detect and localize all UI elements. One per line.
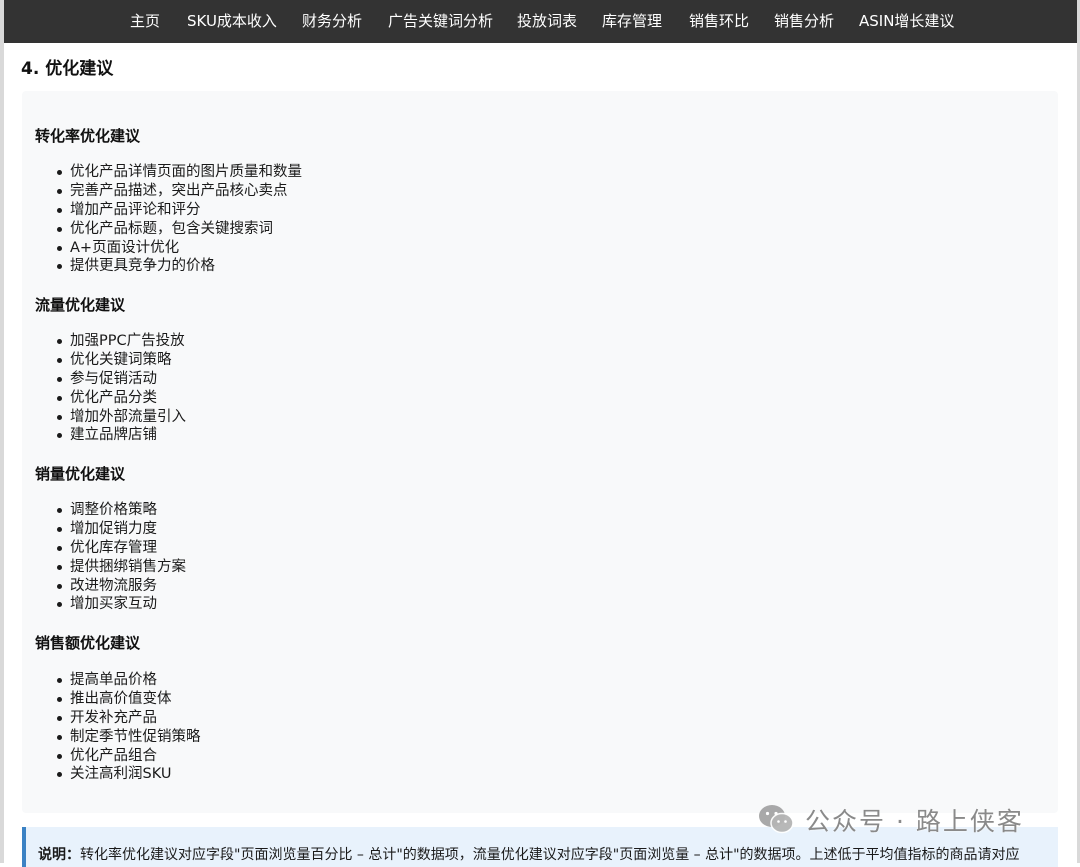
list-item: 关注高利润SKU <box>57 765 201 784</box>
bullet-icon <box>57 583 62 589</box>
list-item: 优化库存管理 <box>57 539 186 558</box>
note-text: 说明：转化率优化建议对应字段"页面浏览量百分比 – 总计"的数据项，流量优化建议… <box>38 844 1020 864</box>
group-title-traffic: 流量优化建议 <box>35 296 126 314</box>
list-item: 优化产品分类 <box>57 389 186 408</box>
nav-item-targeting-terms[interactable]: 投放词表 <box>517 0 577 43</box>
list-item: 优化产品组合 <box>57 747 201 766</box>
nav-item-sales-analysis[interactable]: 销售分析 <box>774 0 834 43</box>
list-item: 增加外部流量引入 <box>57 408 186 427</box>
list-item: 优化产品详情页面的图片质量和数量 <box>57 163 302 182</box>
list-item: 参与促销活动 <box>57 370 186 389</box>
bullet-icon <box>57 772 62 778</box>
nav-item-finance-analysis[interactable]: 财务分析 <box>302 0 362 43</box>
bullet-icon <box>57 526 62 532</box>
bullet-icon <box>57 696 62 702</box>
watermark: 公众号 · 路上侠客 <box>757 800 1024 840</box>
bullet-icon <box>57 753 62 759</box>
group-title-conversion: 转化率优化建议 <box>35 127 141 145</box>
list-item: 调整价格策略 <box>57 501 186 520</box>
note-body: 转化率优化建议对应字段"页面浏览量百分比 – 总计"的数据项，流量优化建议对应字… <box>80 847 1020 863</box>
list-item: 增加买家互动 <box>57 595 186 614</box>
wechat-icon <box>759 805 794 834</box>
bullet-icon <box>57 170 62 175</box>
list-item: 增加产品评论和评分 <box>57 201 302 220</box>
sales-volume-suggestions-list: 调整价格策略 增加促销力度 优化库存管理 提供捆绑销售方案 改进物流服务 增加买… <box>57 501 186 614</box>
watermark-text: 公众号 · 路上侠客 <box>805 807 1024 836</box>
nav-item-sku-cost-income[interactable]: SKU成本收入 <box>187 0 277 43</box>
bullet-icon <box>57 207 62 213</box>
list-item: 推出高价值变体 <box>57 690 201 709</box>
bullet-icon <box>57 414 62 420</box>
list-item: 提供捆绑销售方案 <box>57 558 186 577</box>
list-item: 加强PPC广告投放 <box>57 332 186 351</box>
list-item: 改进物流服务 <box>57 577 186 596</box>
list-item: 提高单品价格 <box>57 671 201 690</box>
bullet-icon <box>57 545 62 551</box>
bullet-icon <box>57 734 62 740</box>
bullet-icon <box>57 602 62 608</box>
list-item: 开发补充产品 <box>57 709 201 728</box>
bullet-icon <box>57 357 62 363</box>
note-label: 说明： <box>38 847 80 863</box>
bullet-icon <box>57 564 62 570</box>
conversion-suggestions-list: 优化产品详情页面的图片质量和数量 完善产品描述，突出产品核心卖点 增加产品评论和… <box>57 163 302 276</box>
bullet-icon <box>57 376 62 382</box>
bullet-icon <box>57 508 62 513</box>
sales-revenue-suggestions-list: 提高单品价格 推出高价值变体 开发补充产品 制定季节性促销策略 优化产品组合 关… <box>57 671 201 784</box>
bullet-icon <box>57 226 62 232</box>
bullet-icon <box>57 715 62 721</box>
list-item: 完善产品描述，突出产品核心卖点 <box>57 182 302 201</box>
bullet-icon <box>57 245 62 251</box>
bullet-icon <box>57 339 62 344</box>
top-navbar: 主页 SKU成本收入 财务分析 广告关键词分析 投放词表 库存管理 销售环比 销… <box>4 0 1077 43</box>
nav-item-ad-keyword-analysis[interactable]: 广告关键词分析 <box>388 0 493 43</box>
bullet-icon <box>57 433 62 439</box>
nav-item-home[interactable]: 主页 <box>130 0 160 43</box>
list-item: 增加促销力度 <box>57 520 186 539</box>
nav-item-sales-mom[interactable]: 销售环比 <box>689 0 749 43</box>
list-item: 建立品牌店铺 <box>57 426 186 445</box>
list-item: A+页面设计优化 <box>57 239 302 258</box>
list-item: 优化关键词策略 <box>57 351 186 370</box>
nav-item-asin-growth[interactable]: ASIN增长建议 <box>859 0 954 43</box>
traffic-suggestions-list: 加强PPC广告投放 优化关键词策略 参与促销活动 优化产品分类 增加外部流量引入… <box>57 332 186 445</box>
group-title-sales-revenue: 销售额优化建议 <box>35 634 141 652</box>
list-item: 优化产品标题，包含关键搜索词 <box>57 220 302 239</box>
nav-item-inventory[interactable]: 库存管理 <box>602 0 662 43</box>
bullet-icon <box>57 188 62 194</box>
group-title-sales-volume: 销量优化建议 <box>35 465 126 483</box>
bullet-icon <box>57 678 62 683</box>
bullet-icon <box>57 264 62 270</box>
list-item: 制定季节性促销策略 <box>57 728 201 747</box>
list-item: 提供更具竞争力的价格 <box>57 257 302 276</box>
bullet-icon <box>57 395 62 401</box>
section-title: 4. 优化建议 <box>21 59 114 79</box>
